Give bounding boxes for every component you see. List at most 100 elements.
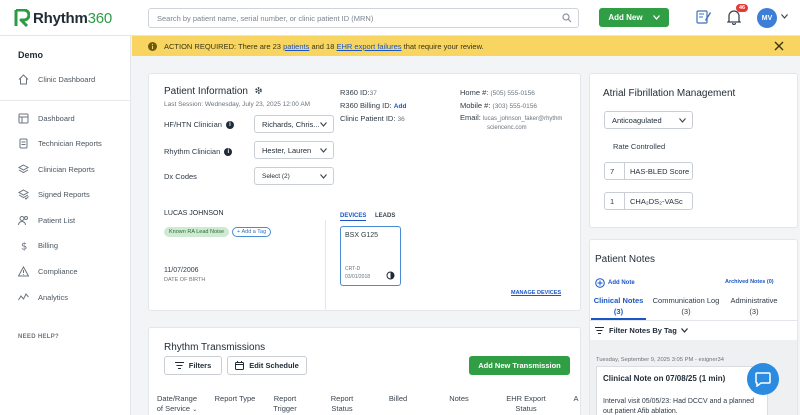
column-header-billed[interactable]: Billed <box>383 394 413 404</box>
date-of-birth-label: DATE OF BIRTH <box>164 277 206 283</box>
dashboard-icon <box>18 113 29 123</box>
sidebar-item-billing[interactable]: $ Billing <box>0 234 131 256</box>
cha2ds2-vasc-value[interactable]: 1 <box>605 193 625 209</box>
has-bled-label: HAS-BLED Score <box>630 166 690 176</box>
search-input[interactable] <box>149 9 549 27</box>
filter-icon <box>174 362 184 369</box>
rate-controlled-checkbox[interactable]: Rate Controlled <box>604 142 665 151</box>
column-header-date[interactable]: Date/Range of Service ⌄ <box>154 394 200 415</box>
device-card[interactable]: BSX G125 CRT-D 03/01/2018 <box>340 226 401 286</box>
info-icon[interactable]: i <box>224 148 233 157</box>
search-bar[interactable] <box>148 8 579 28</box>
device-name: BSX G125 <box>345 232 379 239</box>
rhythm-clinician-select[interactable]: Hester, Lauren <box>254 141 334 159</box>
hf-clinician-select[interactable]: Richards, Chris... <box>254 115 334 133</box>
note-meta: Tuesday, September 9, 2025 3:05 PM - esi… <box>596 357 724 363</box>
top-bar: Rhythm360 Add New 46 MV <box>0 0 800 36</box>
patient-information-card: Patient Information Last Session: Wednes… <box>148 73 581 311</box>
tab-communication-log[interactable]: Communication Log (3) <box>650 295 722 317</box>
layers-icon <box>18 163 29 173</box>
checkbox-box[interactable] <box>604 143 612 151</box>
sidebar-item-label: Compliance <box>38 266 78 276</box>
column-header-truncated[interactable]: A <box>571 394 581 404</box>
user-avatar[interactable]: MV <box>757 8 777 28</box>
add-circle-icon <box>595 278 605 288</box>
chat-support-button[interactable] <box>747 363 779 395</box>
sidebar-item-signed-reports[interactable]: Signed Reports <box>0 183 131 205</box>
add-billing-id-link[interactable]: Add <box>394 103 407 110</box>
sidebar-item-label: Dashboard <box>38 113 75 123</box>
info-icon[interactable]: i <box>225 121 234 130</box>
select-value: Hester, Lauren <box>262 145 312 155</box>
need-help-label[interactable]: NEED HELP? <box>18 334 59 340</box>
filter-notes-by-tag[interactable]: Filter Notes By Tag <box>595 326 688 335</box>
anticoagulation-select[interactable]: Anticoagulated <box>604 111 693 129</box>
tab-devices[interactable]: DEVICES <box>340 213 367 221</box>
select-value: Select (2) <box>262 172 290 180</box>
sidebar-item-label: Clinic Dashboard <box>38 74 96 84</box>
sidebar-item-patient-list[interactable]: Patient List <box>0 209 131 231</box>
search-icon[interactable] <box>562 13 572 23</box>
cha2ds2-vasc-field[interactable]: 1 CHA₂DS₂-VASc <box>604 192 693 210</box>
tab-clinical-notes[interactable]: Clinical Notes (3) <box>591 295 646 317</box>
chevron-down-icon <box>680 328 688 333</box>
active-tab-indicator <box>591 318 646 320</box>
add-new-transmission-button[interactable]: Add New Transmission <box>469 356 570 375</box>
gear-icon[interactable] <box>254 86 263 95</box>
filters-button[interactable]: Filters <box>164 356 222 375</box>
column-header-report-type[interactable]: Report Type <box>211 394 259 404</box>
sidebar-item-clinician-reports[interactable]: Clinician Reports <box>0 158 131 180</box>
sidebar-item-clinic-dashboard[interactable]: Clinic Dashboard <box>0 68 131 90</box>
patient-tag[interactable]: Known RA Lead Noise <box>164 227 230 237</box>
svg-text:$: $ <box>21 241 27 251</box>
email-continued: sciencenc.com <box>487 125 527 131</box>
logo[interactable]: Rhythm360 <box>14 9 112 27</box>
edit-schedule-label: Edit Schedule <box>249 361 299 370</box>
select-value: Anticoagulated <box>612 115 662 125</box>
add-new-button[interactable]: Add New <box>599 8 669 27</box>
banner-prefix: ACTION REQUIRED: There are 23 <box>164 41 281 51</box>
has-bled-score-field[interactable]: 7 HAS-BLED Score <box>604 162 693 180</box>
ehr-export-failures-link[interactable]: EHR export failures <box>337 42 402 51</box>
archived-notes-link[interactable]: Archived Notes (0) <box>725 279 774 285</box>
column-header-report-trigger[interactable]: Report Trigger <box>267 394 303 414</box>
patients-link[interactable]: patients <box>283 42 309 51</box>
chevron-down-icon[interactable] <box>781 14 788 19</box>
edit-schedule-button[interactable]: Edit Schedule <box>227 356 307 375</box>
rate-controlled-label: Rate Controlled <box>613 142 666 151</box>
sidebar-item-analytics[interactable]: Analytics <box>0 286 131 308</box>
notifications-button[interactable]: 46 <box>726 4 749 27</box>
rhythm-transmissions-card: Rhythm Transmissions Filters Edit Schedu… <box>148 327 581 415</box>
sidebar-item-label: Technician Reports <box>38 138 102 148</box>
dx-codes-select[interactable]: Select (2) <box>254 167 334 185</box>
rhythm-logo-icon <box>14 9 30 27</box>
sidebar-item-dashboard[interactable]: Dashboard <box>0 107 131 129</box>
tab-administrative[interactable]: Administrative (3) <box>724 295 784 317</box>
rhythm-transmissions-title: Rhythm Transmissions <box>164 342 266 353</box>
brand-name: Rhythm360 <box>33 9 113 27</box>
patient-notes-title: Patient Notes <box>595 254 656 265</box>
sidebar-item-label: Signed Reports <box>38 189 90 199</box>
device-type: CRT-D <box>345 266 361 272</box>
manage-devices-link[interactable]: MANAGE DEVICES <box>511 290 561 296</box>
add-note-button[interactable]: Add Note <box>595 278 635 288</box>
chat-icon <box>755 371 771 387</box>
filter-notes-label: Filter Notes By Tag <box>609 326 677 335</box>
dollar-icon: $ <box>21 241 27 251</box>
sidebar-item-compliance[interactable]: Compliance <box>0 260 131 282</box>
note-title: Clinical Note on 07/08/25 (1 min) <box>603 374 726 383</box>
sidebar-item-technician-reports[interactable]: Technician Reports <box>0 132 131 154</box>
mobile-phone: Mobile #: (303) 555-0156 <box>460 101 537 110</box>
tab-leads[interactable]: LEADS <box>375 213 395 219</box>
column-header-ehr-export-status[interactable]: EHR Export Status <box>501 394 551 414</box>
column-header-notes[interactable]: Notes <box>445 394 473 404</box>
analytics-icon <box>18 292 29 300</box>
close-icon[interactable] <box>774 41 784 51</box>
add-tag-button[interactable]: + Add a Tag <box>232 227 272 237</box>
notification-count-badge: 46 <box>736 4 749 12</box>
sidebar: Demo Clinic Dashboard Dashboard Technici… <box>0 36 131 415</box>
has-bled-value[interactable]: 7 <box>605 163 625 179</box>
note-card[interactable]: Clinical Note on 07/08/25 (1 min) Interv… <box>596 366 768 415</box>
edit-report-icon[interactable] <box>696 9 711 24</box>
column-header-report-status[interactable]: Report Status <box>324 394 360 414</box>
